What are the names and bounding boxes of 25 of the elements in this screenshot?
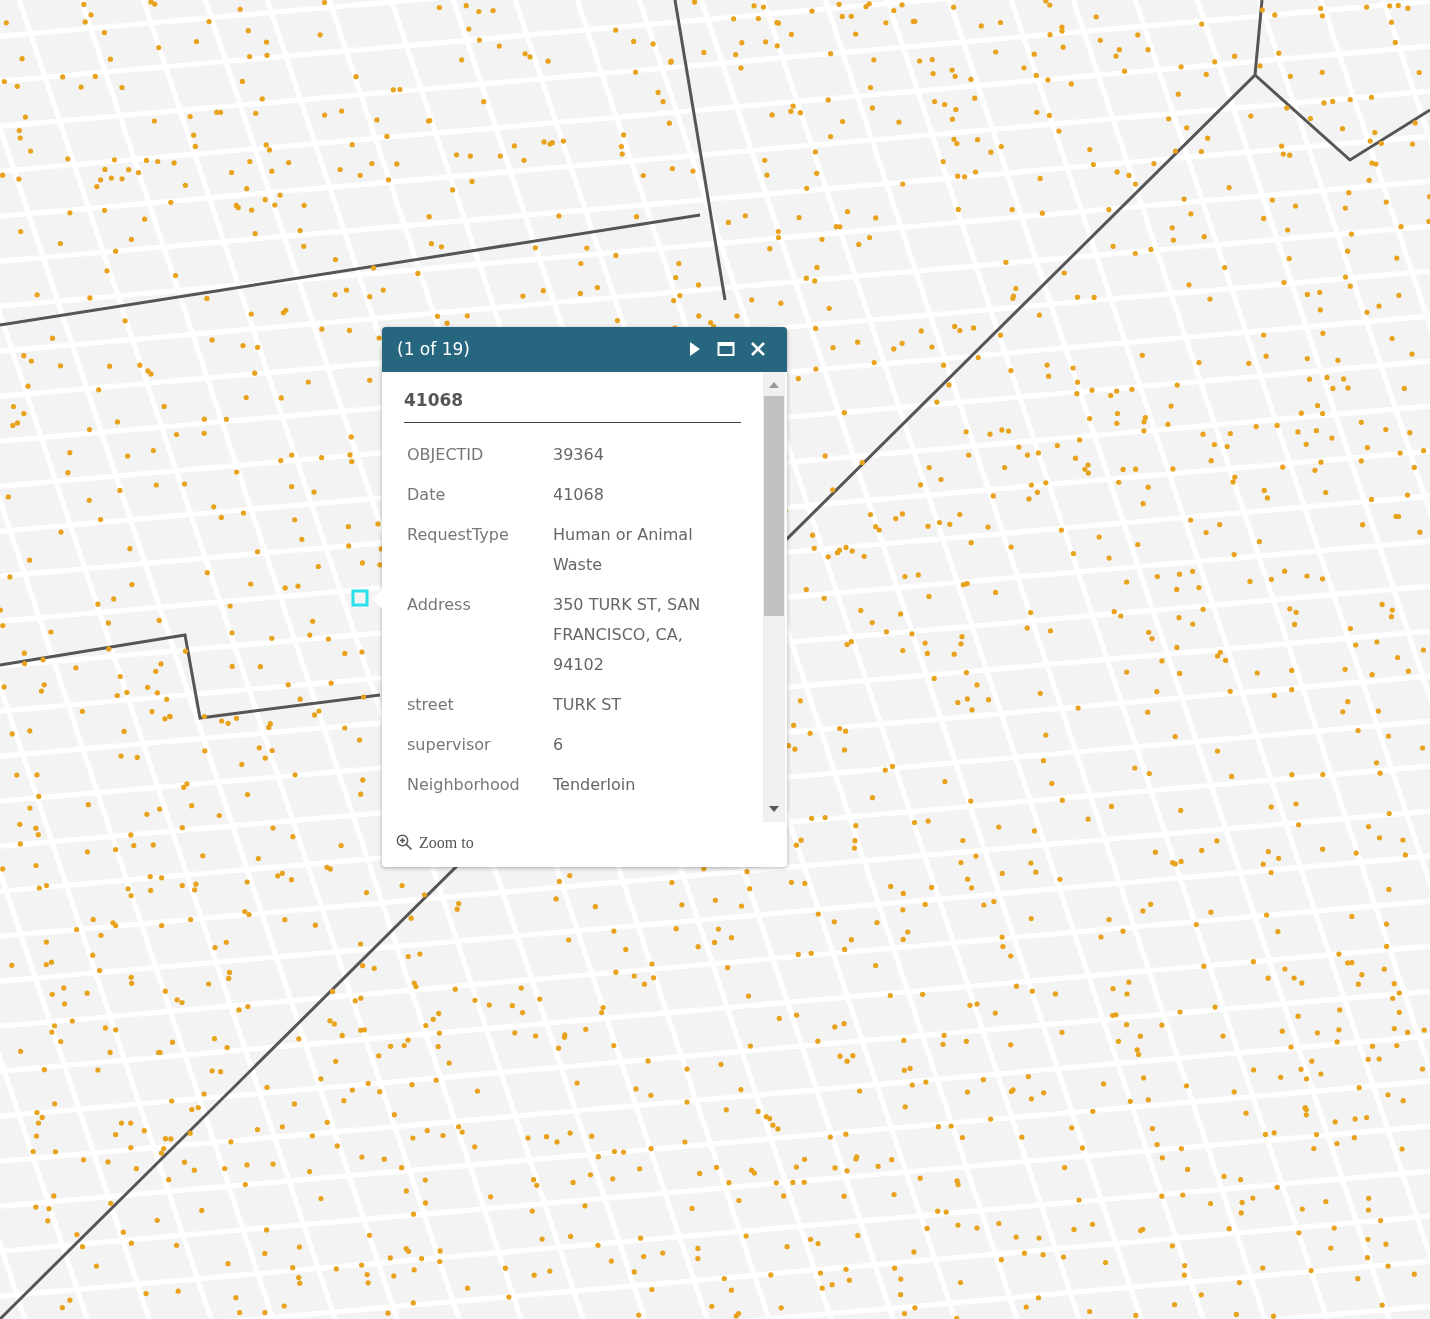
field-value: Tenderloin [553, 774, 636, 794]
field-label: street [407, 694, 454, 714]
field-value: 6 [553, 734, 564, 754]
field-label: Date [407, 484, 446, 504]
popup-title: 41068 [404, 389, 465, 412]
next-icon[interactable] [689, 341, 701, 358]
field-label: supervisor [407, 734, 491, 754]
field-label: OBJECTID [407, 444, 484, 464]
maximize-icon[interactable] [717, 341, 735, 358]
close-icon[interactable] [751, 342, 765, 357]
field-label: RequestType [407, 524, 509, 544]
scrollbar-thumb[interactable] [764, 395, 784, 616]
scroll-down-icon[interactable] [769, 805, 779, 812]
zoom-to-link[interactable]: Zoom to [396, 833, 474, 852]
selection-marker-icon [351, 589, 369, 607]
field-value: 41068 [553, 484, 604, 504]
zoom-in-icon [396, 834, 413, 851]
field-value: 350 TURK ST, SAN FRANCISCO, CA, 94102 [553, 594, 701, 674]
field-value: TURK ST [553, 694, 622, 714]
scrollbar[interactable] [763, 371, 785, 822]
field-value: 39364 [553, 444, 604, 464]
field-label: Neighborhood [407, 774, 520, 794]
field-value: Human or Animal Waste [553, 524, 693, 574]
field-label: Address [407, 594, 471, 614]
popup-counter: (1 of 19) [397, 339, 470, 360]
